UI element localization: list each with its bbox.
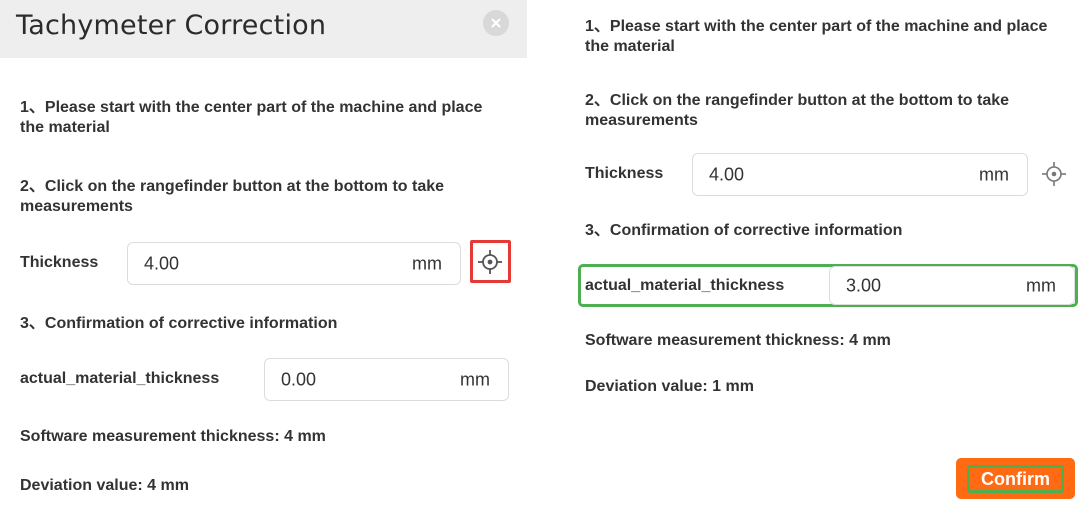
left-actual-thickness-field[interactable]: 0.00 mm [264,358,509,401]
left-actual-unit: mm [460,369,490,389]
right-thickness-label: Thickness [585,165,664,182]
confirm-button-label[interactable]: Confirm [967,465,1064,493]
right-actual-thickness-field[interactable]: 3.00 mm [829,266,1075,305]
right-actual-label: actual_material_thickness [585,277,785,294]
dialog-title: Tachymeter Correction [16,10,327,41]
right-thickness-unit: mm [979,164,1009,184]
left-software-thickness: Software measurement thickness: 4 mm [20,428,326,445]
left-actual-label: actual_material_thickness [20,370,220,387]
right-deviation-value: Deviation value: 1 mm [585,378,754,395]
crosshair-target-icon[interactable] [1042,162,1066,186]
right-actual-unit: mm [1026,275,1056,295]
left-actual-value: 0.00 [281,369,317,389]
right-thickness-value: 4.00 [709,164,745,184]
crosshair-target-icon[interactable] [478,250,502,274]
left-deviation-value: Deviation value: 4 mm [20,477,189,494]
right-step1-text: 1、Please start with the center part of t… [585,18,1048,55]
right-software-thickness: Software measurement thickness: 4 mm [585,332,891,349]
right-thickness-field[interactable]: 4.00 mm [692,153,1028,196]
right-actual-value: 3.00 [846,275,882,295]
right-step3-text: 3、Confirmation of corrective information [585,222,903,239]
right-step2-text: 2、Click on the rangefinder button at the… [585,92,1010,129]
left-step1-text: 1、Please start with the center part of t… [20,99,483,136]
left-thickness-label: Thickness [20,254,99,271]
left-thickness-unit: mm [412,253,442,273]
left-thickness-field[interactable]: 4.00 mm [127,242,461,285]
close-icon[interactable] [483,10,509,36]
left-thickness-value: 4.00 [144,253,180,273]
left-step3-text: 3、Confirmation of corrective information [20,315,338,332]
left-step2-text: 2、Click on the rangefinder button at the… [20,178,445,215]
